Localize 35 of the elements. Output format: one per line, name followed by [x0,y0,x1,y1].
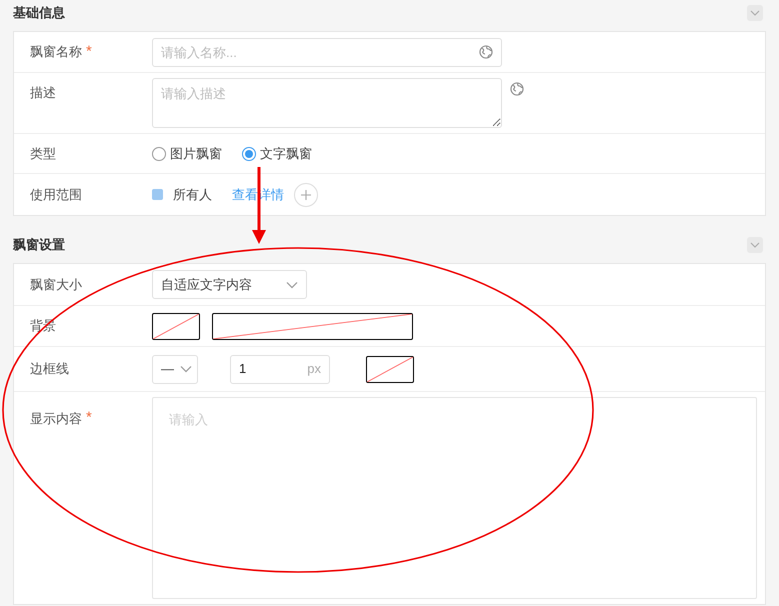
text-area[interactable]: 请输入描述 [152,78,502,128]
field-label: 使用范围 [30,186,82,204]
plus-icon [301,190,311,200]
collapse-button[interactable] [747,5,763,21]
field-label: 显示内容 [30,410,82,428]
collapse-button[interactable] [747,237,763,253]
radio-option[interactable]: 图片飘窗 [152,144,222,164]
color-swatch[interactable] [212,312,413,340]
field-label: 边框线 [30,360,69,378]
chevron-down-icon [750,242,760,248]
required-mark: * [86,408,92,428]
add-button[interactable] [294,182,318,206]
radio-button[interactable] [242,146,256,160]
section-title: 飘窗设置 [13,236,65,254]
section-title: 基础信息 [13,4,65,22]
globe-icon[interactable] [510,82,524,96]
chevron-down-icon [180,365,192,373]
group-icon [152,189,163,200]
size-select[interactable]: 自适应文字内容 [152,270,307,299]
scope-value: 所有人 [173,186,212,204]
globe-icon[interactable] [479,44,493,58]
color-swatch[interactable] [366,356,414,382]
field-label: 描述 [30,84,56,102]
border-width-field[interactable]: 1 px [230,354,330,384]
chevron-down-icon [286,280,298,288]
required-mark: * [86,42,92,62]
color-swatch[interactable] [152,312,200,340]
input-field[interactable]: 请输入名称... [152,38,502,66]
border-style-select[interactable]: — [152,354,198,384]
field-label: 飘窗大小 [30,276,82,294]
field-label: 类型 [30,144,56,163]
chevron-down-icon [750,10,760,16]
field-label: 飘窗名称 [30,43,82,62]
radio-option[interactable]: 文字飘窗 [242,144,312,164]
radio-button[interactable] [152,146,166,160]
